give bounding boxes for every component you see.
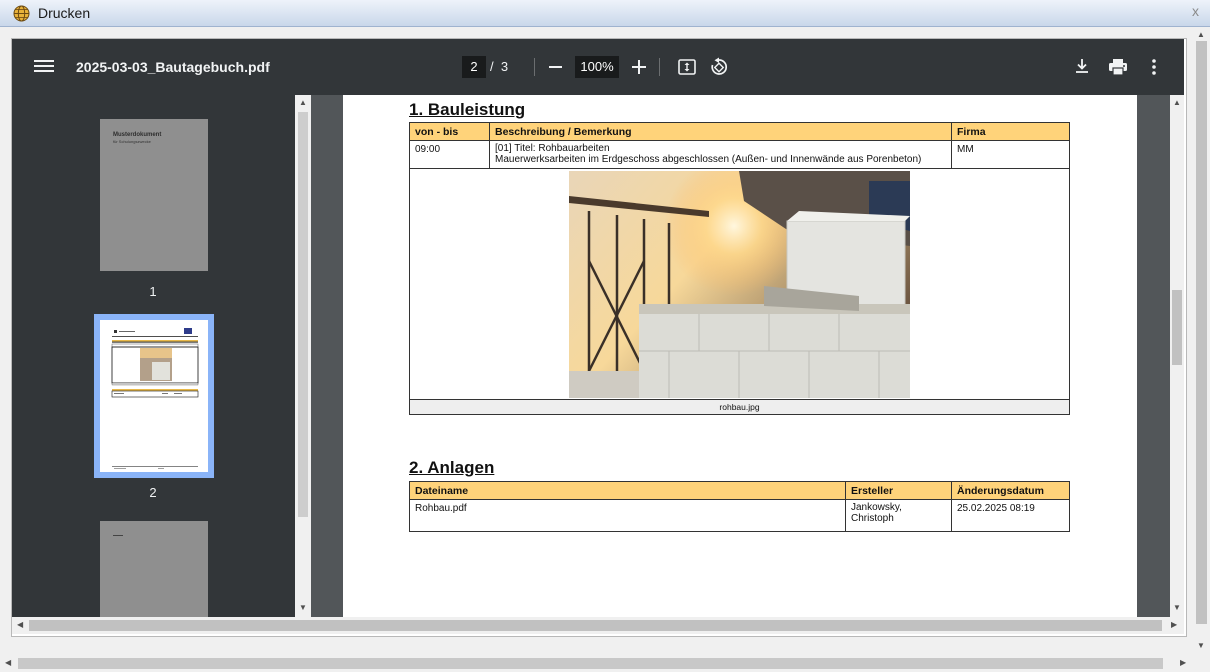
zoom-input[interactable]: 100% xyxy=(575,56,619,78)
scroll-left-icon[interactable]: ◀ xyxy=(5,658,11,667)
column-header: Ersteller xyxy=(845,481,952,500)
time-cell: 09:00 xyxy=(409,140,490,169)
pdf-toolbar: 2025-03-03_Bautagebuch.pdf 2 / 3 100% xyxy=(12,39,1184,95)
thumbnail-label: 2 xyxy=(149,485,157,500)
download-icon[interactable] xyxy=(1073,57,1091,75)
window-titlebar: Drucken x xyxy=(0,0,1210,27)
print-icon[interactable] xyxy=(1108,58,1128,76)
column-header: von - bis xyxy=(409,122,490,141)
dialog-horizontal-scrollbar[interactable]: ◀ ▶ xyxy=(0,655,1193,672)
description-text: Mauerwerksarbeiten im Erdgeschoss abgesc… xyxy=(495,153,922,165)
thumbnail-title: Musterdokument xyxy=(113,132,162,138)
thumbnail-sidebar: Musterdokument für Schulungszwecke 1 2 ▲… xyxy=(12,95,311,617)
description-title: [01] Titel: Rohbauarbeiten xyxy=(495,143,610,154)
scroll-down-icon[interactable]: ▼ xyxy=(299,603,307,612)
total-pages: 3 xyxy=(500,59,509,74)
dialog-scrollbar-thumb[interactable] xyxy=(1196,41,1207,624)
page-separator: / xyxy=(490,59,494,74)
scroll-up-icon[interactable]: ▲ xyxy=(1197,30,1205,39)
thumbnail-page-2-preview xyxy=(111,328,199,469)
thumbnail-scrollbar[interactable]: ▲ ▼ xyxy=(295,95,311,617)
thumbnail-label: 1 xyxy=(149,284,157,299)
rotate-icon[interactable] xyxy=(709,57,729,77)
page-total: / 3 xyxy=(490,59,508,74)
document-scrollbar-thumb[interactable] xyxy=(1172,290,1182,365)
column-header: Dateiname xyxy=(409,481,846,500)
section-title: 2. Anlagen xyxy=(409,458,495,477)
horizontal-scrollbar-thumb[interactable] xyxy=(29,620,1162,631)
dialog-vertical-scrollbar[interactable]: ▲ ▼ xyxy=(1193,28,1210,655)
scroll-right-icon[interactable]: ▶ xyxy=(1171,620,1177,629)
thumbnail-scrollbar-thumb[interactable] xyxy=(298,112,308,517)
image-caption: rohbau.jpg xyxy=(409,399,1070,415)
author-cell: Jankowsky, Christoph xyxy=(845,499,952,532)
column-header: Beschreibung / Bemerkung xyxy=(489,122,952,141)
zoom-in-icon[interactable] xyxy=(632,60,646,74)
scroll-up-icon[interactable]: ▲ xyxy=(299,98,307,107)
scroll-left-icon[interactable]: ◀ xyxy=(17,620,23,629)
scroll-up-icon[interactable]: ▲ xyxy=(1173,98,1181,107)
column-header: Änderungsdatum xyxy=(951,481,1070,500)
toolbar-divider xyxy=(534,58,535,76)
document-horizontal-scrollbar[interactable]: ◀ ▶ xyxy=(12,617,1184,634)
file-title: 2025-03-03_Bautagebuch.pdf xyxy=(76,59,270,75)
date-cell: 25.02.2025 08:19 xyxy=(951,499,1070,532)
table-row: 09:00 [01] Titel: Rohbauarbeiten Mauerwe… xyxy=(409,140,1070,169)
caption-row: rohbau.jpg xyxy=(409,399,1070,415)
page-number-input[interactable]: 2 xyxy=(462,56,486,78)
scroll-down-icon[interactable]: ▼ xyxy=(1173,603,1181,612)
thumbnail-page-2[interactable] xyxy=(100,320,208,472)
thumbnail-page-3[interactable] xyxy=(100,521,208,617)
file-cell: Rohbau.pdf xyxy=(409,499,846,532)
image-row xyxy=(409,168,1070,400)
construction-photo xyxy=(569,171,910,398)
scroll-down-icon[interactable]: ▼ xyxy=(1197,641,1205,650)
firm-cell: MM xyxy=(951,140,1070,169)
toolbar-divider xyxy=(659,58,660,76)
pdf-page: 1. Bauleistung von - bis Beschreibung / … xyxy=(343,95,1137,617)
close-icon[interactable]: x xyxy=(1192,3,1199,19)
zoom-out-icon[interactable] xyxy=(549,66,562,68)
bauleistung-table: von - bis Beschreibung / Bemerkung Firma… xyxy=(409,122,1070,415)
more-options-icon[interactable] xyxy=(1151,57,1157,77)
menu-icon[interactable] xyxy=(34,57,54,77)
anlagen-table: Dateiname Ersteller Änderungsdatum Rohba… xyxy=(409,481,1070,532)
document-vertical-scrollbar[interactable]: ▲ ▼ xyxy=(1170,95,1184,617)
app-globe-icon xyxy=(13,5,30,22)
table-header-row: von - bis Beschreibung / Bemerkung Firma xyxy=(409,122,1070,141)
table-header-row: Dateiname Ersteller Änderungsdatum xyxy=(409,481,1070,500)
section-title: 1. Bauleistung xyxy=(409,100,526,119)
dialog-h-scrollbar-thumb[interactable] xyxy=(18,658,1163,669)
column-header: Firma xyxy=(951,122,1070,141)
thumbnail-page-1[interactable]: Musterdokument für Schulungszwecke xyxy=(100,119,208,271)
fit-page-icon[interactable] xyxy=(678,58,696,76)
image-cell xyxy=(409,168,1070,400)
document-viewer: 1. Bauleistung von - bis Beschreibung / … xyxy=(311,95,1170,617)
table-row: Rohbau.pdf Jankowsky, Christoph 25.02.20… xyxy=(409,499,1070,532)
scroll-right-icon[interactable]: ▶ xyxy=(1180,658,1186,667)
thumbnail-subtitle: für Schulungszwecke xyxy=(113,139,151,144)
window-title: Drucken xyxy=(38,5,91,21)
description-cell: [01] Titel: Rohbauarbeiten Mauerwerksarb… xyxy=(489,140,952,169)
